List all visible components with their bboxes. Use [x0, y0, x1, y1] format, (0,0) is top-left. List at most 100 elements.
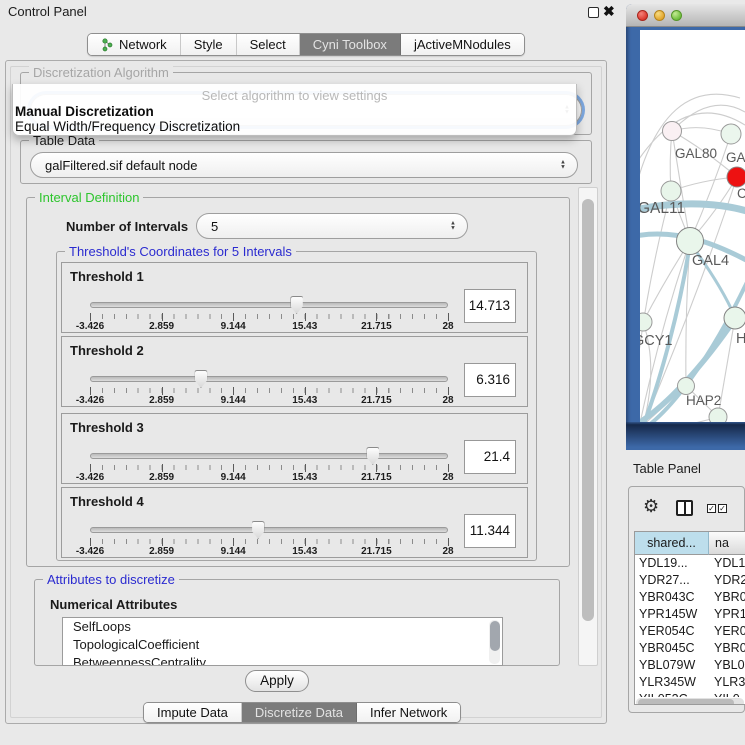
zoom-traffic-light-icon[interactable] — [671, 10, 682, 21]
tick-label: -3.426 — [76, 546, 104, 557]
number-of-intervals-select[interactable]: 5 ▲▼ — [196, 213, 468, 239]
node-hap2[interactable] — [678, 378, 695, 395]
table-data-select[interactable]: galFiltered.sif default node ▲▼ — [30, 152, 578, 178]
threshold-1-label: Threshold 1 — [70, 269, 144, 284]
node-red-selected[interactable] — [727, 167, 745, 187]
threshold-4-label: Threshold 4 — [70, 494, 144, 509]
threshold-4-slider[interactable]: -3.426 2.859 9.144 15.43 21.715 28 — [90, 521, 448, 555]
slider-track[interactable] — [90, 302, 448, 308]
table-row[interactable]: YBR045CYBR0 — [635, 640, 745, 657]
tick-label: 21.715 — [361, 472, 392, 483]
table-row[interactable]: YDL19...YDL1 — [635, 555, 745, 572]
number-of-intervals-label: Number of Intervals — [66, 219, 188, 234]
tab-network[interactable]: Network — [88, 34, 181, 55]
node-h-truncated[interactable] — [724, 307, 745, 329]
threshold-1-value[interactable]: 14.713 — [464, 289, 516, 323]
threshold-3-value[interactable]: 21.4 — [464, 440, 516, 474]
cell: YBR0 — [709, 589, 745, 606]
slider-scale: -3.426 2.859 9.144 15.43 21.715 28 — [90, 386, 448, 404]
node-gal11[interactable] — [661, 181, 681, 201]
table-panel-window: ⚙ ✓ ✓ shared... na YDL19...YDL1 YDR27...… — [628, 486, 745, 713]
checkbox-icon[interactable]: ✓ — [718, 504, 727, 513]
tick-label: 2.859 — [149, 321, 174, 332]
threshold-1-slider[interactable]: -3.426 2.859 9.144 15.43 21.715 28 — [90, 296, 448, 330]
node-gal4[interactable] — [677, 228, 704, 255]
tab-select-label: Select — [250, 37, 286, 52]
threshold-3-label: Threshold 3 — [70, 420, 144, 435]
attributes-list-scrollbar[interactable] — [489, 620, 500, 664]
tick-label: 21.715 — [361, 546, 392, 557]
network-view-window: GAL80 GAL C GAL11 GAL4 GCY1 HA HAP2 — [626, 4, 745, 450]
slider-track[interactable] — [90, 527, 448, 533]
threshold-3-slider[interactable]: -3.426 2.859 9.144 15.43 21.715 28 — [90, 447, 448, 481]
slider-track[interactable] — [90, 376, 448, 382]
tab-impute-data-label: Impute Data — [157, 705, 228, 720]
settings-scrollbar[interactable] — [578, 187, 598, 666]
network-canvas[interactable]: GAL80 GAL C GAL11 GAL4 GCY1 HA HAP2 — [640, 30, 745, 422]
node-bottom-partial[interactable] — [709, 408, 727, 422]
apply-button[interactable]: Apply — [245, 670, 309, 692]
tab-style-label: Style — [194, 37, 223, 52]
cell: YBL079W — [635, 657, 709, 674]
close-traffic-light-icon[interactable] — [637, 10, 648, 21]
tab-discretize-data[interactable]: Discretize Data — [242, 703, 357, 722]
table-row[interactable]: YPR145WYPR1 — [635, 606, 745, 623]
attributes-list-scrollbar-thumb[interactable] — [490, 621, 500, 651]
table-row[interactable]: YLR345WYLR3 — [635, 674, 745, 691]
threshold-2-slider[interactable]: -3.426 2.859 9.144 15.43 21.715 28 — [90, 370, 448, 404]
tick-label: 9.144 — [221, 395, 246, 406]
dropdown-option-equal-width[interactable]: Equal Width/Frequency Discretization — [15, 119, 240, 134]
column-header-shared-name[interactable]: shared... — [635, 532, 709, 555]
list-item-selfloops[interactable]: SelfLoops — [63, 618, 502, 636]
cell: YDR27... — [635, 572, 709, 589]
numerical-attributes-list[interactable]: SelfLoops TopologicalCoefficient Between… — [62, 617, 503, 666]
threshold-1-panel: Threshold 1 -3.426 2.859 9.144 15.43 21.… — [61, 262, 528, 333]
threshold-2-label: Threshold 2 — [70, 343, 144, 358]
tab-jactivemnodules[interactable]: jActiveMNodules — [401, 34, 524, 55]
tab-network-label: Network — [119, 37, 167, 52]
threshold-4-value[interactable]: 11.344 — [464, 514, 516, 548]
tab-infer-network[interactable]: Infer Network — [357, 703, 460, 722]
table-horizontal-scrollbar-thumb[interactable] — [638, 699, 734, 706]
tab-style[interactable]: Style — [181, 34, 237, 55]
tab-select[interactable]: Select — [237, 34, 300, 55]
checkbox-icon[interactable]: ✓ — [707, 504, 716, 513]
table-horizontal-scrollbar[interactable] — [636, 698, 744, 705]
float-window-icon[interactable] — [588, 7, 599, 18]
network-window-titlebar[interactable] — [626, 4, 745, 27]
node-gcy1[interactable] — [640, 313, 652, 331]
gear-icon[interactable]: ⚙ — [643, 496, 659, 517]
table-row[interactable]: YBR043CYBR0 — [635, 589, 745, 606]
slider-scale: -3.426 2.859 9.144 15.43 21.715 28 — [90, 463, 448, 481]
table-row[interactable]: YER054CYER0 — [635, 623, 745, 640]
table-row[interactable]: YBL079WYBL0 — [635, 657, 745, 674]
node-gal80[interactable] — [663, 122, 682, 141]
interval-definition-group-title: Interval Definition — [35, 190, 143, 205]
node-gal-truncated[interactable] — [721, 124, 741, 144]
threshold-2-value[interactable]: 6.316 — [464, 363, 516, 397]
slider-track[interactable] — [90, 453, 448, 459]
dropdown-option-manual[interactable]: Manual Discretization — [15, 104, 154, 119]
tab-cyni-toolbox[interactable]: Cyni Toolbox — [300, 34, 401, 55]
tick-label: 2.859 — [149, 395, 174, 406]
label-gcy1: GCY1 — [640, 333, 673, 349]
thresholds-group-title: Threshold's Coordinates for 5 Intervals — [65, 244, 296, 259]
columns-icon[interactable] — [676, 500, 693, 516]
table-panel-title: Table Panel — [633, 461, 701, 476]
table-body[interactable]: YDL19...YDL1 YDR27...YDR2 YBR043CYBR0 YP… — [635, 555, 745, 697]
column-header-name[interactable]: na — [709, 532, 745, 555]
network-node-labels: GAL80 GAL C GAL11 GAL4 GCY1 HA HAP2 — [640, 146, 745, 408]
numerical-attributes-label: Numerical Attributes — [50, 597, 177, 612]
label-gal4: GAL4 — [692, 253, 729, 269]
bottom-tab-bar: Impute Data Discretize Data Infer Networ… — [143, 702, 461, 723]
tab-cyni-toolbox-label: Cyni Toolbox — [313, 37, 387, 52]
table-row[interactable]: YIL052CYIL0 — [635, 691, 745, 697]
close-icon[interactable]: ✖ — [603, 3, 615, 20]
table-row[interactable]: YDR27...YDR2 — [635, 572, 745, 589]
minimize-traffic-light-icon[interactable] — [654, 10, 665, 21]
network-icon — [101, 38, 114, 52]
list-item-betweennesscentrality[interactable]: BetweennessCentrality — [63, 654, 502, 666]
tab-impute-data[interactable]: Impute Data — [144, 703, 242, 722]
list-item-topologicalcoefficient[interactable]: TopologicalCoefficient — [63, 636, 502, 654]
settings-scrollbar-thumb[interactable] — [582, 199, 594, 621]
